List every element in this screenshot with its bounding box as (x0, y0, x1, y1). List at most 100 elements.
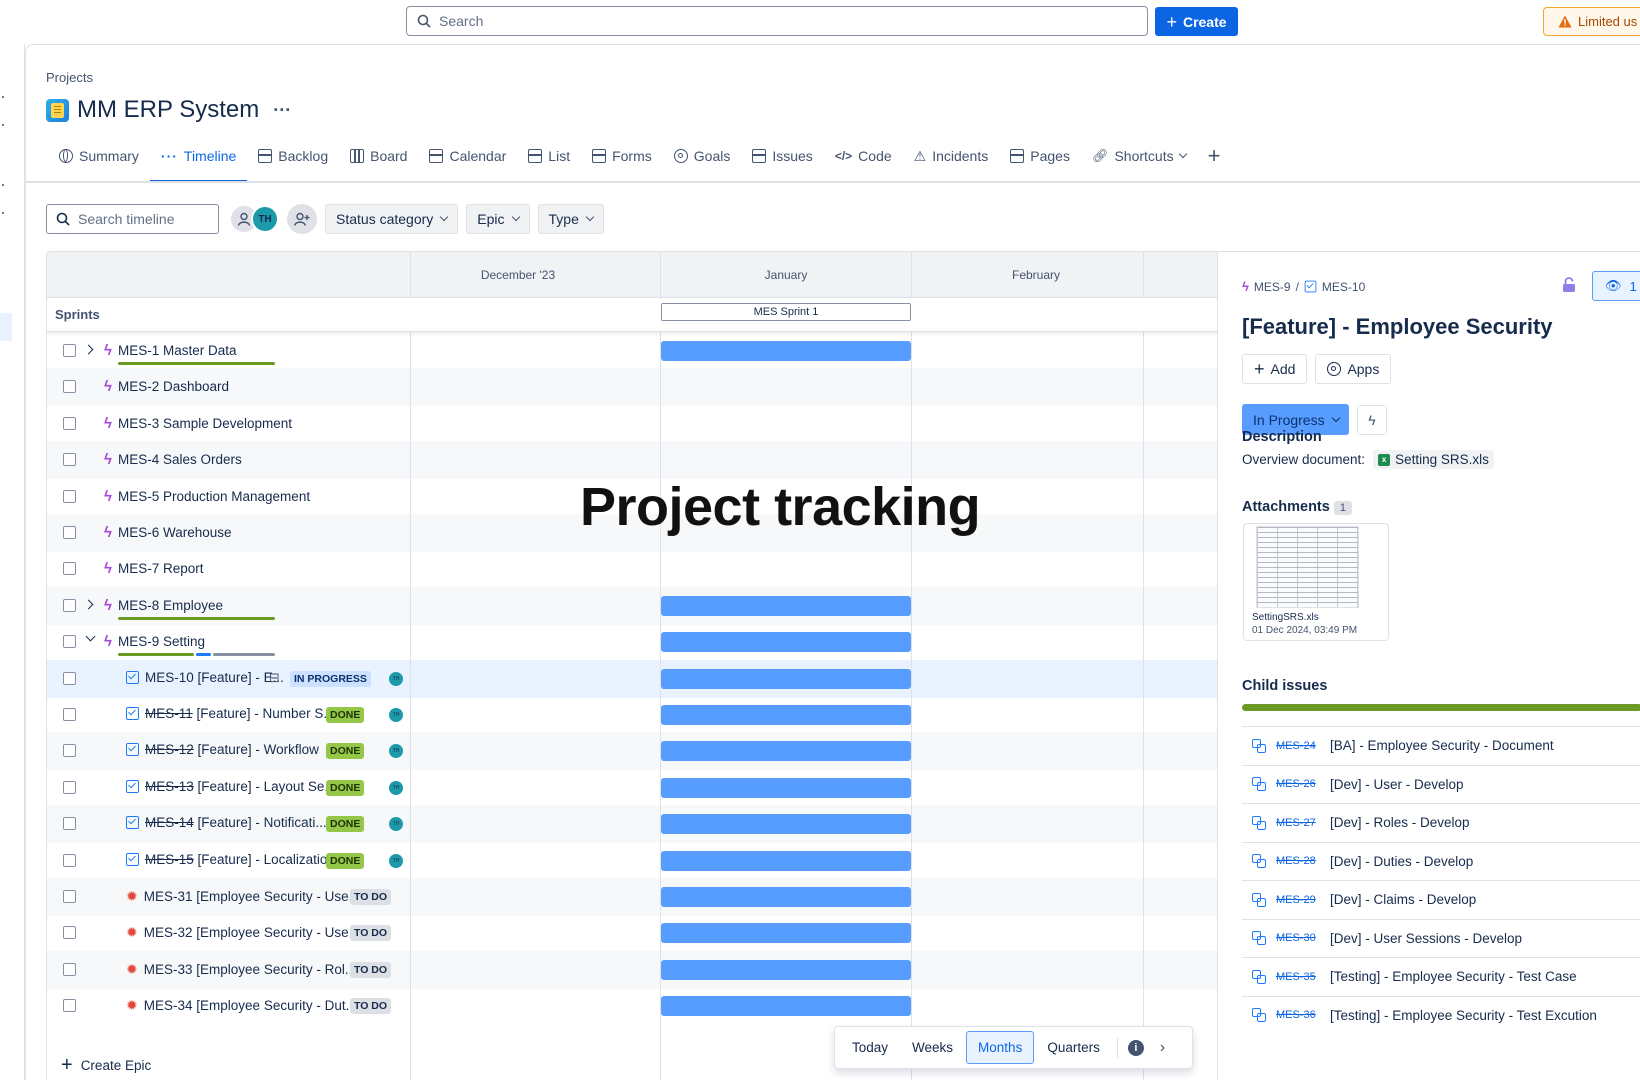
row-label[interactable]: ✹ MES-31 [Employee Security - Use... (126, 888, 360, 905)
timeline-row[interactable]: ✹ MES-33 [Employee Security - Rol... TO DO (47, 950, 1228, 989)
timeline-bar[interactable] (661, 923, 911, 944)
timeline-row[interactable]: ϟ MES-3 Sample Development (47, 405, 1228, 443)
row-checkbox[interactable] (63, 817, 76, 831)
row-checkbox[interactable] (63, 999, 76, 1013)
row-label[interactable]: ϟ MES-5 Production Management (104, 488, 310, 505)
timeline-bar[interactable] (661, 632, 911, 653)
row-checkbox[interactable] (63, 853, 76, 867)
child-issue-row[interactable]: MES-28 [Dev] - Duties - Develop (1242, 841, 1640, 881)
child-issue-row[interactable]: MES-26 [Dev] - User - Develop (1242, 764, 1640, 804)
row-label[interactable]: ✹ MES-32 [Employee Security - Use... (126, 924, 360, 941)
info-icon[interactable]: i (1127, 1039, 1144, 1056)
child-issue-key[interactable]: MES-36 (1276, 1009, 1330, 1021)
zoom-today-button[interactable]: Today (841, 1032, 899, 1063)
add-button[interactable]: + Add (1242, 354, 1308, 384)
child-issue-key[interactable]: MES-24 (1276, 740, 1330, 752)
row-checkbox[interactable] (63, 671, 76, 685)
timeline-row[interactable]: ✹ MES-32 [Employee Security - Use... TO DO (47, 914, 1228, 952)
timeline-row[interactable]: ϟ MES-4 Sales Orders (47, 441, 1228, 480)
child-issue-key[interactable]: MES-28 (1276, 855, 1330, 867)
timeline-row[interactable]: MES-15 [Feature] - Localization DONE TH (47, 842, 1228, 880)
chevron-right-icon[interactable] (83, 599, 94, 610)
parent-issue-link[interactable]: MES-9 (1254, 280, 1291, 294)
tab-issues[interactable]: Issues (741, 140, 823, 172)
row-label[interactable]: MES-10 [Feature] - E... (126, 670, 284, 685)
timeline-bar[interactable] (661, 814, 911, 835)
apps-button[interactable]: Apps (1315, 354, 1392, 384)
row-checkbox[interactable] (63, 489, 76, 503)
row-checkbox[interactable] (63, 416, 76, 430)
row-checkbox[interactable] (63, 780, 76, 794)
tab-summary[interactable]: Summary (48, 140, 150, 172)
child-issue-key[interactable]: MES-29 (1276, 894, 1330, 906)
child-issue-row[interactable]: MES-30 [Dev] - User Sessions - Develop (1242, 918, 1640, 958)
child-issue-row[interactable]: MES-27 [Dev] - Roles - Develop (1242, 803, 1640, 842)
zoom-months-button[interactable]: Months (966, 1031, 1035, 1064)
timeline-bar[interactable] (661, 850, 911, 871)
sprint-marker[interactable]: MES Sprint 1 (661, 303, 911, 321)
automation-button[interactable]: ϟ (1357, 405, 1387, 435)
row-label[interactable]: ✹ MES-33 [Employee Security - Rol... (126, 961, 356, 978)
timeline-row[interactable]: MES-12 [Feature] - Workflow DONE TH (47, 732, 1228, 771)
row-checkbox[interactable] (63, 562, 76, 576)
timeline-row[interactable]: ϟ MES-2 Dashboard (47, 368, 1228, 407)
row-label[interactable]: ϟ MES-7 Report (104, 560, 204, 577)
row-label[interactable]: ϟ MES-3 Sample Development (104, 415, 292, 432)
watch-button[interactable]: 👁︎ 1 (1592, 271, 1640, 301)
timeline-row[interactable]: ϟ MES-1 Master Data (47, 332, 1228, 370)
row-checkbox[interactable] (63, 526, 76, 539)
row-checkbox[interactable] (63, 744, 76, 758)
tab-shortcuts[interactable]: 🔗︎ Shortcuts (1081, 140, 1197, 172)
child-issue-row[interactable]: MES-24 [BA] - Employee Security - Documen… (1242, 726, 1640, 765)
row-checkbox[interactable] (63, 598, 76, 612)
row-label[interactable]: MES-13 [Feature] - Layout Se... (126, 779, 336, 794)
row-checkbox[interactable] (63, 708, 76, 721)
create-epic-button[interactable]: + Create Epic (61, 1055, 151, 1075)
row-checkbox[interactable] (63, 890, 76, 903)
row-label[interactable]: MES-14 [Feature] - Notificati... (126, 815, 327, 830)
status-category-filter[interactable]: Status category (325, 204, 459, 234)
type-filter[interactable]: Type (537, 204, 604, 234)
child-issue-key[interactable]: MES-30 (1276, 932, 1330, 944)
issue-title[interactable]: [Feature] - Employee Security (1242, 314, 1553, 340)
timeline-search-input[interactable]: Search timeline (46, 204, 219, 234)
epic-filter[interactable]: Epic (466, 204, 530, 234)
avatar[interactable]: TH (251, 205, 279, 233)
child-issue-row[interactable]: MES-29 [Dev] - Claims - Develop (1242, 880, 1640, 919)
timeline-bar[interactable] (661, 705, 911, 725)
row-checkbox[interactable] (63, 635, 76, 649)
timeline-bar[interactable] (661, 887, 911, 907)
limited-usage-button[interactable]: Limited us (1543, 7, 1640, 36)
timeline-bar[interactable] (661, 668, 911, 689)
row-checkbox[interactable] (63, 926, 76, 940)
chevron-down-icon[interactable] (85, 631, 96, 642)
timeline-row[interactable]: ✹ MES-34 [Employee Security - Dut... TO DO (47, 987, 1228, 1025)
child-issue-key[interactable]: MES-26 (1276, 778, 1330, 790)
timeline-bar[interactable] (661, 595, 911, 616)
row-checkbox[interactable] (63, 344, 76, 357)
tab-timeline[interactable]: ··· Timeline (149, 140, 248, 182)
more-actions-icon[interactable]: ··· (273, 100, 291, 121)
issue-key-link[interactable]: MES-10 (1322, 280, 1365, 294)
row-label[interactable]: ϟ MES-8 Employee (104, 597, 223, 614)
timeline-bar[interactable] (661, 741, 911, 762)
row-label[interactable]: MES-12 [Feature] - Workflow (126, 742, 319, 757)
breadcrumb[interactable]: Projects (46, 70, 93, 85)
sidebar-selected-item[interactable] (0, 313, 12, 341)
tab-code[interactable]: </> Code (824, 140, 903, 172)
timeline-bar[interactable] (661, 341, 911, 361)
tab-pages[interactable]: Pages (999, 140, 1081, 172)
row-label[interactable]: MES-11 [Feature] - Number S... (126, 706, 335, 721)
row-label[interactable]: ϟ MES-2 Dashboard (104, 378, 229, 395)
global-search-input[interactable]: Search (406, 6, 1148, 36)
lock-icon[interactable] (1562, 277, 1576, 293)
chevron-right-icon[interactable]: › (1160, 1039, 1165, 1057)
tab-calendar[interactable]: Calendar (418, 140, 517, 172)
tab-forms[interactable]: Forms (581, 140, 663, 172)
timeline-bar[interactable] (661, 777, 911, 798)
timeline-row[interactable]: MES-11 [Feature] - Number S... DONE TH (47, 696, 1228, 734)
child-issue-row[interactable]: MES-35 [Testing] - Employee Security - Te… (1242, 957, 1640, 996)
tab-incidents[interactable]: ⚠ Incidents (903, 140, 1000, 172)
add-people-button[interactable] (287, 204, 317, 234)
zoom-quarters-button[interactable]: Quarters (1036, 1032, 1111, 1063)
